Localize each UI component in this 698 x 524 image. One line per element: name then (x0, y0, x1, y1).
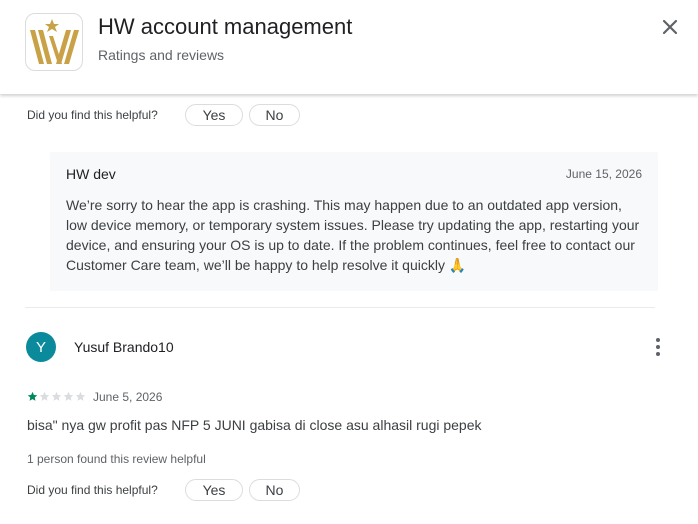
review-helpful-row: Did you find this helpful? Yes No (27, 479, 306, 501)
star-empty-icon (63, 391, 74, 401)
developer-reply: HW dev June 15, 2026 We’re sorry to hear… (50, 152, 658, 291)
close-icon (662, 19, 678, 35)
reviewer-name: Yusuf Brando10 (74, 339, 174, 355)
star-empty-icon (51, 391, 62, 401)
star-rating (27, 391, 86, 402)
app-header: HW account management Ratings and review… (0, 0, 698, 94)
star-filled-icon (27, 391, 38, 401)
review-date: June 5, 2026 (93, 390, 163, 404)
reply-author: HW dev (66, 166, 116, 182)
avatar: Y (26, 332, 56, 362)
prev-helpful-row: Did you find this helpful? Yes No (27, 104, 306, 126)
helpful-question: Did you find this helpful? (27, 483, 158, 497)
more-options-button[interactable] (648, 335, 668, 359)
reply-date: June 15, 2026 (565, 167, 642, 181)
app-title: HW account management (98, 14, 353, 39)
more-vert-icon (656, 338, 660, 342)
helpful-yes-button[interactable]: Yes (185, 104, 243, 126)
helpful-no-button[interactable]: No (249, 104, 300, 126)
page-subtitle: Ratings and reviews (98, 47, 225, 63)
helpful-count: 1 person found this review helpful (27, 452, 206, 466)
helpful-yes-button[interactable]: Yes (185, 479, 243, 501)
review-divider (25, 307, 655, 308)
star-empty-icon (75, 391, 86, 401)
review-text: bisa" nya gw profit pas NFP 5 JUNI gabis… (27, 417, 482, 433)
helpful-no-button[interactable]: No (249, 479, 300, 501)
reply-text: We’re sorry to hear the app is crashing.… (66, 197, 640, 273)
star-empty-icon (39, 391, 50, 401)
close-button[interactable] (655, 12, 685, 42)
hw-logo-icon (25, 13, 83, 71)
helpful-question: Did you find this helpful? (27, 108, 158, 122)
